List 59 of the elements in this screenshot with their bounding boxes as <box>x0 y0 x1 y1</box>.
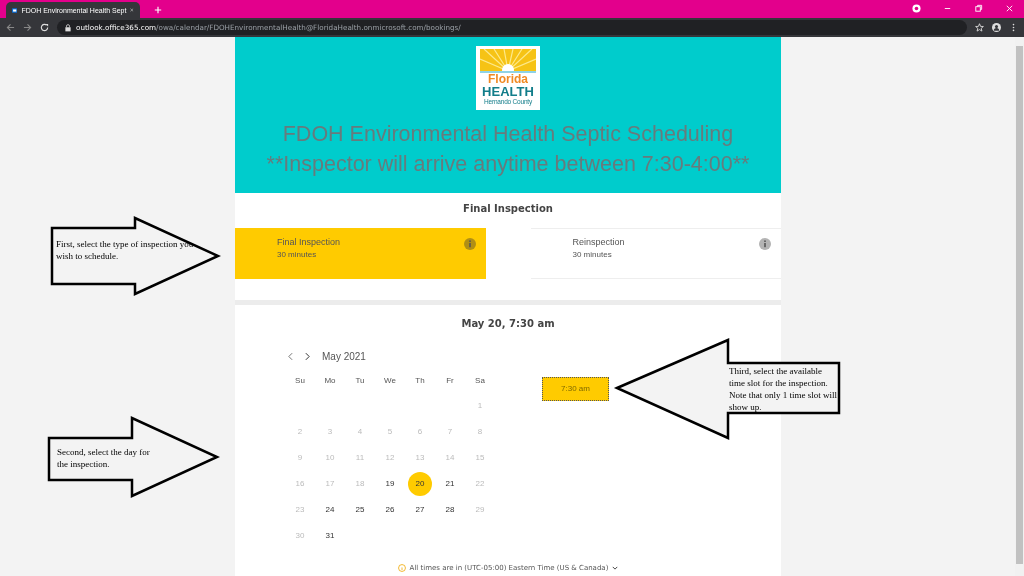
previous-month-icon[interactable] <box>288 351 293 361</box>
calendar-day: 17 <box>315 472 345 496</box>
close-icon[interactable] <box>130 7 134 13</box>
weekday-label: Fr <box>445 375 455 385</box>
calendar-day[interactable]: 19 <box>375 472 405 496</box>
service-name: Reinspection <box>572 237 626 247</box>
calendar-day: 22 <box>465 472 495 496</box>
logo-text: Florida <box>488 73 528 85</box>
calendar-day: 4 <box>345 420 375 444</box>
info-icon <box>397 564 406 572</box>
calendar-day[interactable]: 31 <box>315 524 345 548</box>
calendar-day[interactable]: 25 <box>345 498 375 522</box>
service-duration: 30 minutes <box>572 250 613 259</box>
info-icon[interactable] <box>759 238 771 250</box>
calendar-day: 15 <box>465 446 495 470</box>
calendar-day: 29 <box>465 498 495 522</box>
service-card[interactable]: Reinspection 30 minutes <box>530 228 781 279</box>
callout-text: Third, select the available time slot for the inspection. Note that only 1 time slot will show up. <box>729 365 838 413</box>
selection-summary: May 20, 7:30 am <box>460 317 556 331</box>
page-subtitle: **Inspector will arrive anytime between 7:30-4:00** <box>266 151 750 178</box>
forward-icon[interactable] <box>23 23 32 32</box>
callout-text: Second, select the day for the inspection. <box>57 446 151 470</box>
new-tab-icon[interactable] <box>154 6 162 14</box>
calendar-day[interactable]: 21 <box>435 472 465 496</box>
weekday-label: Su <box>294 375 306 385</box>
service-card[interactable]: Final Inspection 30 minutes <box>235 228 486 279</box>
calendar-day[interactable]: 26 <box>375 498 405 522</box>
weekday-label: Mo <box>323 375 337 385</box>
calendar-day[interactable]: 27 <box>405 498 435 522</box>
reload-icon[interactable] <box>40 23 49 32</box>
scrollbar-thumb[interactable] <box>1016 46 1023 564</box>
month-label: May 2021 <box>322 350 366 362</box>
page-title: FDOH Environmental Health Septic Scheduling <box>282 121 734 148</box>
logo-text: HEALTH <box>482 85 534 98</box>
weekday-label: We <box>383 375 397 385</box>
service-duration: 30 minutes <box>277 250 318 259</box>
back-icon[interactable] <box>6 23 15 32</box>
lock-icon <box>65 23 71 32</box>
profile-icon[interactable] <box>992 23 1001 32</box>
time-slot-button[interactable]: 7:30 am <box>542 376 609 401</box>
weekday-label: Tu <box>354 375 366 385</box>
calendar-day: 23 <box>285 498 315 522</box>
calendar-day[interactable]: 24 <box>315 498 345 522</box>
calendar-day: 2 <box>285 420 315 444</box>
restore-icon[interactable] <box>974 4 983 13</box>
section-heading: Final Inspection <box>462 202 554 216</box>
service-name: Final Inspection <box>277 237 342 247</box>
calendar-icon <box>12 5 18 15</box>
info-icon[interactable] <box>463 238 476 250</box>
calendar-day: 16 <box>285 472 315 496</box>
record-icon[interactable] <box>912 4 921 13</box>
weekday-label: Th <box>414 375 426 385</box>
star-icon[interactable] <box>975 23 984 32</box>
calendar-day[interactable]: 20 <box>408 472 432 496</box>
calendar-day[interactable]: 28 <box>435 498 465 522</box>
caret-icon[interactable] <box>612 566 619 570</box>
sun-icon <box>480 49 536 73</box>
next-month-icon[interactable] <box>305 351 310 361</box>
weekday-label: Sa <box>474 375 486 385</box>
